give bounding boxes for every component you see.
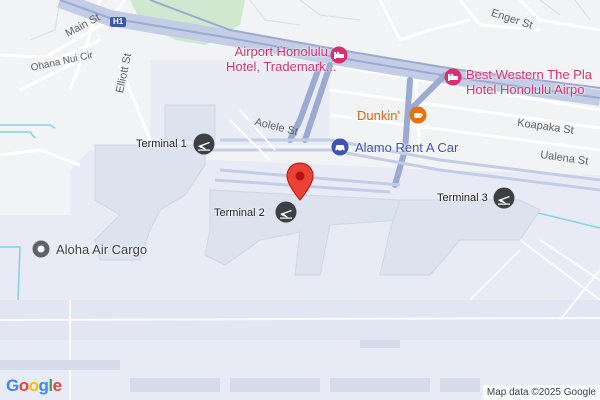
coffee-icon[interactable] xyxy=(409,106,427,129)
poi-label-best-western[interactable]: Best Western The Pla Hotel Honolulu Airp… xyxy=(466,68,592,96)
red-location-marker[interactable] xyxy=(285,162,315,207)
pin-icon[interactable] xyxy=(32,240,50,263)
car-rental-icon[interactable] xyxy=(331,138,349,161)
map-canvas[interactable]: H1 Main St Ohana Nui Cir Elliott St Enge… xyxy=(0,0,600,400)
poi-label-terminal-3[interactable]: Terminal 3 xyxy=(437,193,488,204)
logo-letter: o xyxy=(28,376,39,395)
poi-label-aloha-air-cargo[interactable]: Aloha Air Cargo xyxy=(56,243,147,256)
poi-label-line1: Airport Honolulu xyxy=(234,44,328,59)
hotel-icon[interactable] xyxy=(444,68,462,91)
poi-label-alamo[interactable]: Alamo Rent A Car xyxy=(355,141,458,154)
google-logo[interactable]: Google xyxy=(6,376,62,396)
map-attribution[interactable]: Map data ©2025 Google xyxy=(482,385,600,400)
airport-terminal-icon[interactable] xyxy=(493,187,515,214)
airport-terminal-icon[interactable] xyxy=(193,133,215,160)
poi-label-terminal-1[interactable]: Terminal 1 xyxy=(136,139,187,150)
highway-shield: H1 xyxy=(110,17,127,27)
poi-label-airport-honolulu-hotel[interactable]: Airport Honolulu Hotel, Trademark... xyxy=(226,45,337,73)
poi-label-line2: Hotel, Trademark... xyxy=(226,59,337,74)
hotel-icon[interactable] xyxy=(330,46,348,69)
poi-label-dunkin[interactable]: Dunkin' xyxy=(357,109,400,122)
logo-letter: G xyxy=(6,376,19,395)
highway-shield-label: H1 xyxy=(113,17,124,26)
logo-letter: e xyxy=(52,376,62,395)
poi-label-line1: Best Western The Pla xyxy=(466,67,592,82)
logo-letter: g xyxy=(38,376,49,395)
poi-label-line2: Hotel Honolulu Airpo xyxy=(466,82,585,97)
logo-letter: o xyxy=(18,376,29,395)
poi-label-terminal-2[interactable]: Terminal 2 xyxy=(214,208,265,219)
